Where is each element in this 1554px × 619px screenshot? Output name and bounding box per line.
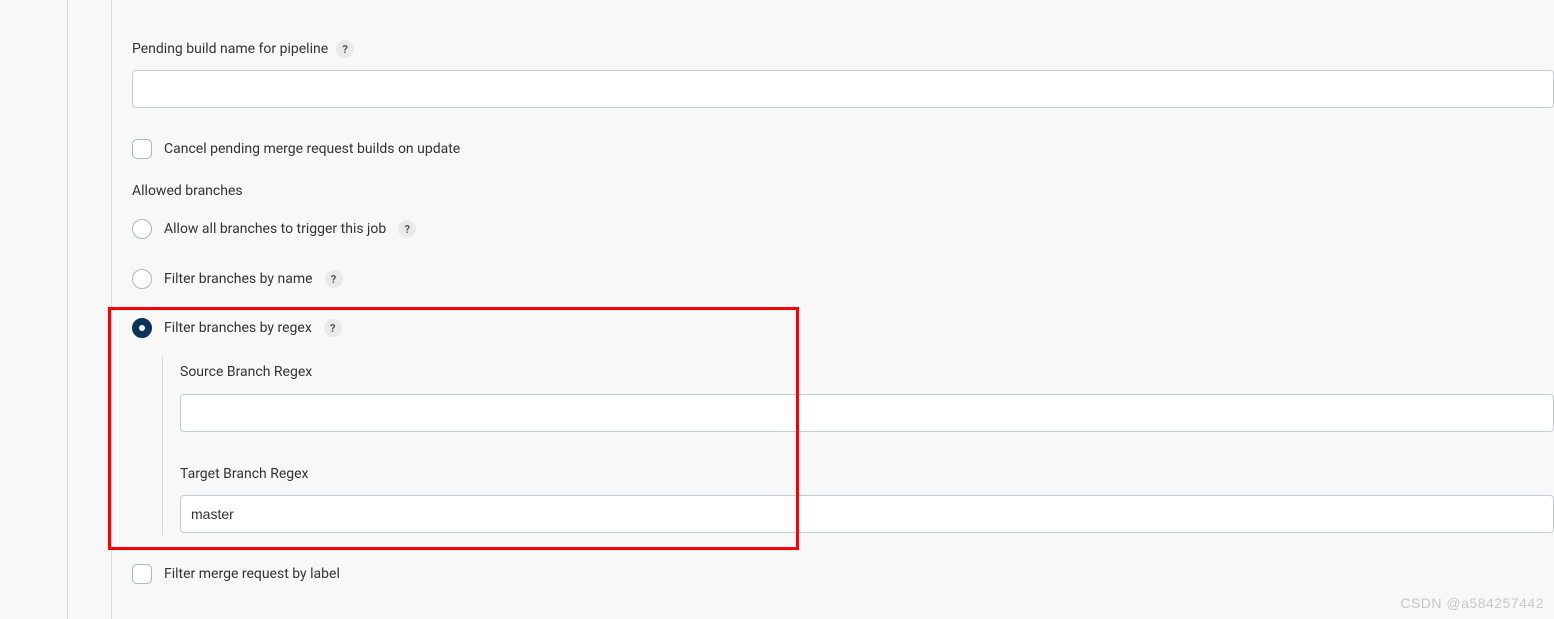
cancel-pending-checkbox[interactable] [132,139,152,159]
allowed-branches-heading: Allowed branches [132,183,243,199]
outer-vertical-rule [67,0,68,619]
filter-by-regex-radio[interactable] [132,318,152,338]
nested-vertical-rule [162,355,163,535]
pending-build-label-row: Pending build name for pipeline ? [132,40,1554,58]
filter-by-name-label: Filter branches by name [164,271,313,287]
inner-vertical-rule [111,0,112,619]
watermark: CSDN @a584257442 [1400,595,1544,611]
filter-by-label-label: Filter merge request by label [164,566,340,582]
filter-by-label-checkbox[interactable] [132,564,152,584]
filter-by-name-radio[interactable] [132,269,152,289]
help-icon[interactable]: ? [325,270,343,288]
help-icon[interactable]: ? [398,220,416,238]
target-branch-regex-input[interactable] [180,495,1554,533]
allow-all-label: Allow all branches to trigger this job [164,221,386,237]
pending-build-label: Pending build name for pipeline [132,41,328,57]
form-content: Pending build name for pipeline ? Cancel… [132,0,1554,619]
help-icon[interactable]: ? [336,40,354,58]
filter-by-regex-label: Filter branches by regex [164,320,312,336]
target-branch-regex-label: Target Branch Regex [180,466,308,482]
pending-build-input[interactable] [132,70,1554,108]
help-icon[interactable]: ? [324,319,342,337]
allow-all-radio[interactable] [132,219,152,239]
cancel-pending-label: Cancel pending merge request builds on u… [164,141,460,157]
source-branch-regex-input[interactable] [180,394,1554,432]
source-branch-regex-label: Source Branch Regex [180,364,312,380]
